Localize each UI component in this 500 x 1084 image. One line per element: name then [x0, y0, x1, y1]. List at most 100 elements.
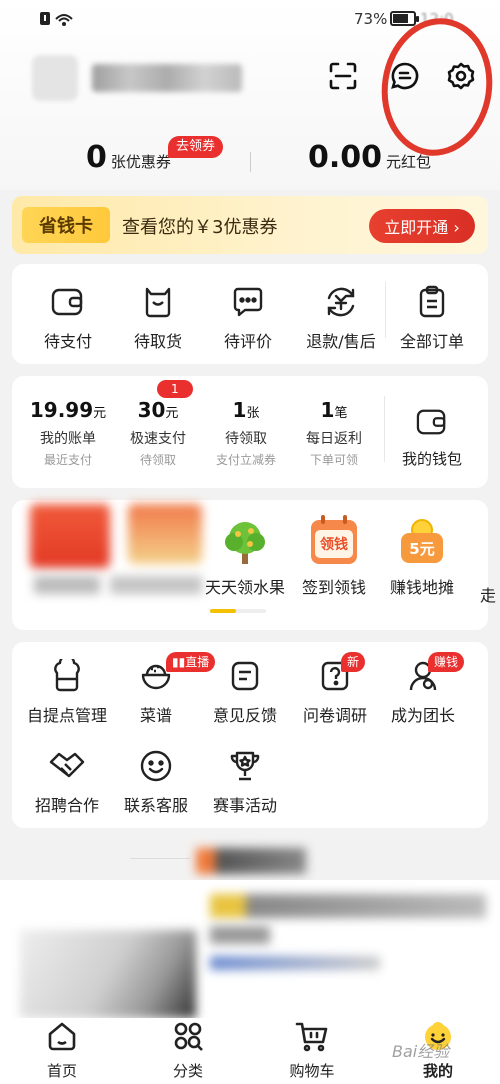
savings-card-text: 查看您的￥3优惠券 — [122, 217, 278, 238]
cart-icon — [295, 1020, 329, 1056]
promo-label: 赚钱地摊 — [389, 578, 454, 597]
store-icon — [47, 656, 87, 696]
trophy-icon — [225, 746, 265, 786]
product-subtitle-blurred — [210, 926, 270, 944]
get-coupon-tag[interactable]: 去领券 — [168, 136, 224, 158]
order-refund[interactable]: 退款/售后 — [296, 282, 386, 352]
nav-cart[interactable]: 购物车 — [272, 1020, 352, 1081]
promo-fruit[interactable]: 天天领水果 — [202, 516, 288, 598]
nav-label: 我的 — [422, 1062, 453, 1080]
clipboard-icon — [412, 282, 452, 322]
redpacket-unit: 元红包 — [386, 153, 432, 171]
tool-contact-service[interactable]: 联系客服 — [112, 746, 200, 816]
order-label: 待评价 — [223, 332, 272, 351]
bill-sub: 最近支付 — [43, 453, 92, 467]
tool-label: 意见反馈 — [212, 706, 277, 725]
promo-label: 天天领水果 — [204, 578, 285, 597]
comment-icon — [228, 282, 268, 322]
speedpay-sub: 待领取 — [139, 453, 176, 467]
tool-label: 问卷调研 — [302, 706, 367, 725]
wallet-label: 我的钱包 — [401, 450, 462, 468]
order-label: 待取货 — [133, 332, 182, 351]
tool-pickup-manage[interactable]: 自提点管理 — [22, 656, 112, 726]
feedback-icon — [225, 656, 265, 696]
divider — [130, 858, 190, 859]
promo-stall[interactable]: 5元 赚钱地摊 — [378, 516, 466, 598]
open-now-button[interactable]: 立即开通 › — [369, 209, 475, 243]
scan-icon[interactable] — [325, 58, 361, 94]
order-pending-pickup[interactable]: 待取货 — [118, 282, 198, 352]
rebate-sub: 下单可领 — [309, 453, 358, 467]
rebate-value: 1 — [320, 398, 335, 422]
coupon-sub: 支付立减券 — [215, 453, 276, 467]
finance-coupon[interactable]: 1张 待领取 支付立减券 — [202, 398, 290, 468]
promo-icon-text: 领钱 — [315, 530, 353, 558]
promo-blurred-label — [34, 576, 100, 594]
order-pending-review[interactable]: 待评价 — [208, 282, 288, 352]
speedpay-badge: 1 — [157, 380, 193, 398]
speedpay-unit: 元 — [165, 406, 179, 421]
fruit-tree-icon — [219, 516, 271, 568]
nav-label: 购物车 — [289, 1062, 335, 1080]
bill-label: 我的账单 — [40, 431, 96, 447]
bill-unit: 元 — [93, 406, 107, 421]
promo-checkin[interactable]: 领钱 签到领钱 — [290, 515, 378, 598]
wallet-icon — [48, 282, 88, 322]
nav-category[interactable]: 分类 — [148, 1020, 228, 1081]
promo-label: 签到领钱 — [301, 578, 366, 597]
tool-label: 招聘合作 — [34, 796, 99, 815]
refund-icon — [321, 282, 361, 322]
coupon-label: 待领取 — [225, 431, 267, 447]
tool-survey[interactable]: 问卷调研 — [290, 656, 380, 726]
coupon-value: 1 — [232, 398, 247, 422]
category-icon — [172, 1020, 204, 1056]
order-all[interactable]: 全部订单 — [392, 282, 472, 352]
tool-label: 菜谱 — [139, 706, 172, 725]
redpacket-amount: 0.00 — [308, 140, 383, 175]
coupon-summary[interactable]: 0 张优惠券 — [86, 140, 171, 175]
product-image-blurred[interactable] — [20, 930, 196, 1018]
nav-home[interactable]: 首页 — [22, 1020, 102, 1081]
speedpay-value: 30 — [137, 398, 166, 422]
promo-label-cut[interactable]: 走 — [480, 582, 500, 606]
finance-speedpay[interactable]: 30元 极速支付 待领取 — [114, 398, 202, 468]
nav-label: 首页 — [46, 1062, 77, 1080]
status-icons — [38, 10, 78, 32]
tool-feedback[interactable]: 意见反馈 — [200, 656, 290, 726]
divider — [384, 396, 385, 462]
finance-bill[interactable]: 19.99元 我的账单 最近支付 — [24, 398, 112, 468]
username-blurred[interactable] — [92, 64, 242, 92]
tool-recruit[interactable]: 招聘合作 — [22, 746, 112, 816]
avatar[interactable] — [32, 55, 78, 101]
rebate-unit: 笔 — [334, 406, 348, 421]
coupon-count: 0 — [86, 140, 107, 175]
promo-scroll-thumb — [210, 609, 236, 613]
promo-blurred-image[interactable] — [30, 504, 110, 568]
promo-blurred-image[interactable] — [128, 504, 202, 564]
earn-badge: 赚钱 — [428, 652, 465, 672]
bill-value: 19.99 — [29, 398, 94, 422]
divider — [385, 282, 386, 338]
product-tags-blurred — [210, 956, 380, 970]
service-smile-icon — [136, 746, 176, 786]
finance-rebate[interactable]: 1笔 每日返利 下单可领 — [290, 398, 378, 468]
tool-events[interactable]: 赛事活动 — [200, 746, 290, 816]
order-label: 全部订单 — [399, 332, 464, 351]
coin-stall-icon: 5元 — [396, 516, 448, 568]
order-label: 待支付 — [43, 332, 92, 351]
home-icon — [46, 1020, 78, 1056]
savings-card-badge: 省钱卡 — [22, 207, 110, 243]
promo-icon-text: 5元 — [401, 533, 443, 563]
coupon-unit: 张 — [246, 406, 260, 421]
wallet-icon — [412, 402, 452, 442]
divider — [250, 152, 251, 172]
redpacket-summary[interactable]: 0.00 元红包 — [308, 140, 431, 175]
tool-label: 成为团长 — [390, 706, 455, 725]
new-badge: 新 — [341, 652, 366, 672]
order-pending-payment[interactable]: 待支付 — [28, 282, 108, 352]
tool-label: 联系客服 — [123, 796, 188, 815]
my-wallet[interactable]: 我的钱包 — [392, 402, 472, 469]
coupon-unit: 张优惠券 — [110, 153, 171, 171]
bag-icon — [138, 282, 178, 322]
nav-label: 分类 — [172, 1062, 203, 1080]
